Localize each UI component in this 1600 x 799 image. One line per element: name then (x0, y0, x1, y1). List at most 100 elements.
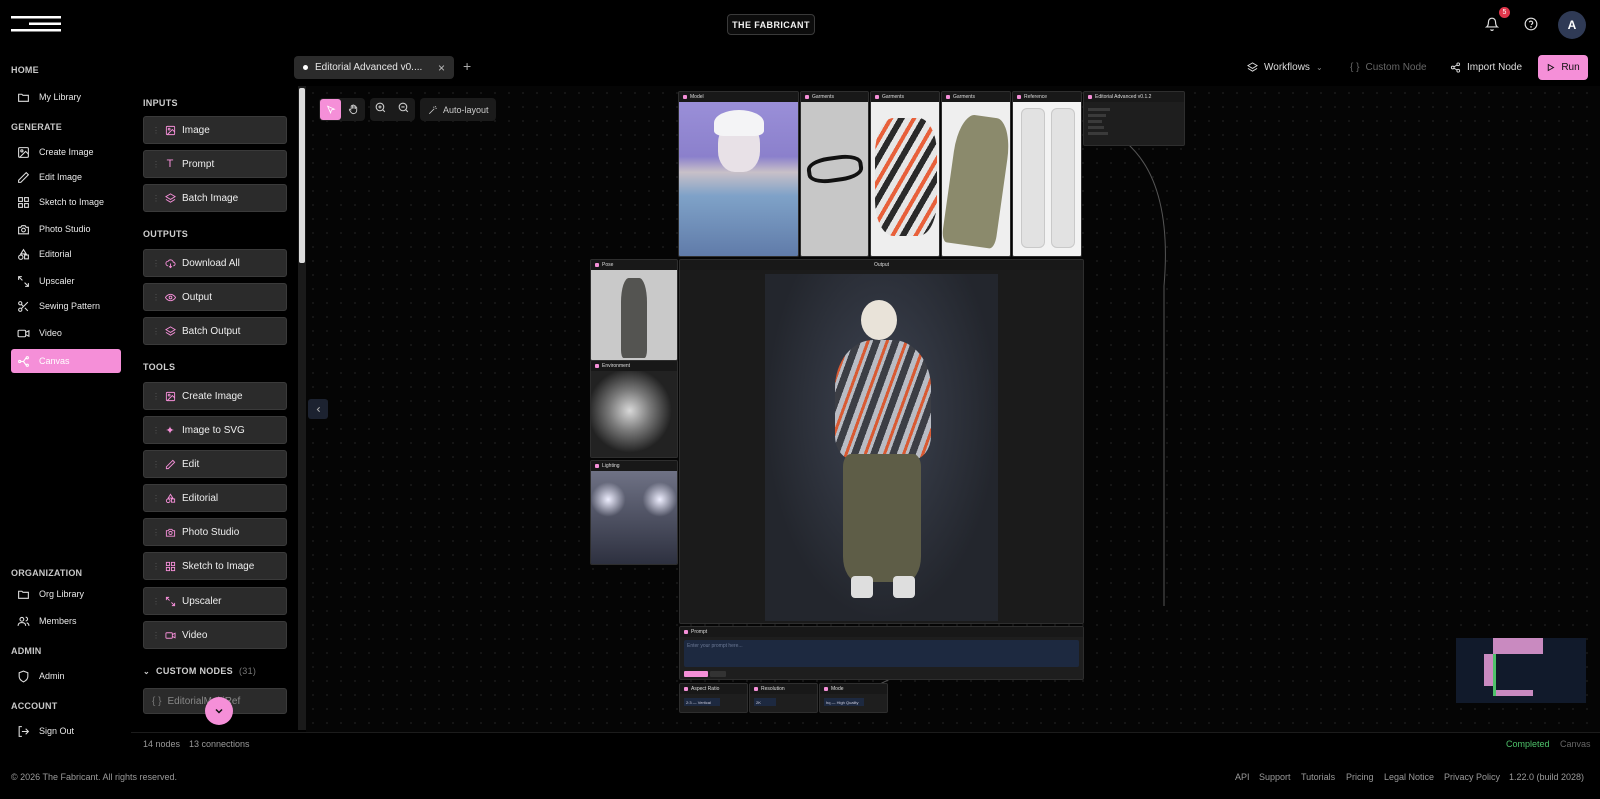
nav-item-members[interactable]: Members (11, 609, 121, 633)
node-editorial-advanced[interactable]: Editorial Advanced v0.1.2 (1083, 91, 1185, 146)
nav-section-home: HOME (11, 65, 39, 75)
node-reference[interactable]: Reference (1012, 91, 1082, 257)
run-button[interactable]: Run (1538, 55, 1588, 80)
node-environment[interactable]: Environment (590, 360, 678, 458)
folder-icon (16, 587, 30, 601)
nav-label: My Library (39, 92, 82, 102)
node-output[interactable]: Output (679, 259, 1084, 624)
palette-item-download-all[interactable]: ⋮ Download All (143, 249, 287, 277)
palette-item-output[interactable]: ⋮ Output (143, 283, 287, 311)
nav-item-create-image[interactable]: Create Image (11, 140, 121, 164)
palette-section-inputs: INPUTS (143, 98, 178, 108)
workspace-brand[interactable]: THE FABRICANT (727, 14, 815, 35)
nav-section-account: ACCOUNT (11, 701, 58, 711)
nav-label: Admin (39, 671, 65, 681)
palette-item-image[interactable]: ⋮ Image (143, 116, 287, 144)
add-tab-button[interactable]: + (463, 58, 471, 74)
custom-nodes-toggle[interactable]: ⌄ CUSTOM NODES (31) (143, 666, 256, 676)
tab-close-button[interactable]: × (438, 61, 445, 75)
unsaved-dot (303, 65, 308, 70)
palette-item-batch-image[interactable]: ⋮ Batch Image (143, 184, 287, 212)
node-aspect-ratio[interactable]: Aspect Ratio 2:3 — Vertical (679, 683, 748, 713)
nav-item-editorial[interactable]: Editorial (11, 242, 121, 266)
nav-item-sign-out[interactable]: Sign Out (11, 719, 121, 743)
node-pose[interactable]: Pose (590, 259, 678, 361)
copyright: © 2026 The Fabricant. All rights reserve… (11, 772, 178, 782)
nav-item-sketch-to-image[interactable]: Sketch to Image (11, 190, 121, 214)
palette-scrollbar-thumb[interactable] (299, 88, 305, 263)
prompt-enhance-chip[interactable] (684, 671, 708, 677)
drag-handle-icon: ⋮ (152, 527, 160, 537)
node-resolution[interactable]: Resolution 2K (749, 683, 818, 713)
lighting-image (591, 471, 677, 564)
nav-section-generate: GENERATE (11, 122, 62, 132)
node-setting-icon (824, 687, 828, 691)
custom-node-button[interactable]: { } Custom Node (1350, 56, 1427, 78)
palette-item-edit[interactable]: ⋮ Edit (143, 450, 287, 478)
node-mode[interactable]: Mode hq — High Quality (819, 683, 888, 713)
workflow-icon (16, 354, 30, 368)
node-text-icon (684, 630, 688, 634)
help-button[interactable] (1520, 13, 1542, 35)
prompt-input[interactable]: Enter your prompt here... (684, 640, 1079, 667)
resolution-select[interactable]: 2K (754, 698, 776, 706)
nav-item-photo-studio[interactable]: Photo Studio (11, 217, 121, 241)
palette-item-create-image[interactable]: ⋮ Create Image (143, 382, 287, 410)
nav-item-canvas[interactable]: Canvas (11, 349, 121, 373)
scroll-down-button[interactable] (205, 697, 233, 725)
footer-link-support[interactable]: Support (1259, 772, 1291, 782)
mode-select[interactable]: hq — High Quality (824, 698, 864, 706)
palette-item-video[interactable]: ⋮ Video (143, 621, 287, 649)
node-title: Environment (602, 363, 631, 369)
garment-jacket-image (871, 102, 939, 256)
palette-section-outputs: OUTPUTS (143, 229, 189, 239)
palette-item-sketch-to-image[interactable]: ⋮ Sketch to Image (143, 552, 287, 580)
canvas-minimap[interactable] (1456, 638, 1586, 703)
drag-handle-icon: ⋮ (152, 193, 160, 203)
node-garments-2[interactable]: Garments (870, 91, 940, 257)
footer-link-pricing[interactable]: Pricing (1346, 772, 1374, 782)
footer-link-tutorials[interactable]: Tutorials (1301, 772, 1335, 782)
nav-item-sewing-pattern[interactable]: Sewing Pattern (11, 294, 121, 318)
palette-item-batch-output[interactable]: ⋮ Batch Output (143, 317, 287, 345)
palette-item-photo-studio[interactable]: ⋮ Photo Studio (143, 518, 287, 546)
aspect-ratio-select[interactable]: 2:3 — Vertical (684, 698, 720, 706)
tab-editorial-advanced[interactable]: Editorial Advanced v0.... × (294, 56, 454, 79)
node-title: Mode (831, 686, 844, 692)
palette-item-upscaler[interactable]: ⋮ Upscaler (143, 587, 287, 615)
footer-link-legal[interactable]: Legal Notice (1384, 772, 1434, 782)
nav-item-upscaler[interactable]: Upscaler (11, 269, 121, 293)
fabricant-logo[interactable] (11, 16, 61, 32)
import-node-button[interactable]: Import Node (1450, 56, 1522, 78)
nav-item-my-library[interactable]: My Library (11, 85, 121, 109)
nav-item-edit-image[interactable]: Edit Image (11, 165, 121, 189)
node-lighting[interactable]: Lighting (590, 460, 678, 565)
prompt-clear-chip[interactable] (710, 671, 726, 677)
palette-item-prompt[interactable]: ⋮ T Prompt (143, 150, 287, 178)
node-garments-1[interactable]: Garments (800, 91, 869, 257)
image-icon (16, 145, 30, 159)
nav-item-video[interactable]: Video (11, 321, 121, 345)
footer-link-api[interactable]: API (1235, 772, 1250, 782)
nav-item-admin[interactable]: Admin (11, 664, 121, 688)
palette-section-tools: TOOLS (143, 362, 176, 372)
minimap-nodes (1484, 638, 1543, 696)
node-model[interactable]: Model (678, 91, 799, 257)
chevron-down-icon: ⌄ (1315, 62, 1323, 72)
footer-link-privacy[interactable]: Privacy Policy (1444, 772, 1500, 782)
palette-item-image-to-svg[interactable]: ⋮ ✦ Image to SVG (143, 416, 287, 444)
nav-item-org-library[interactable]: Org Library (11, 582, 121, 606)
video-icon (16, 326, 30, 340)
garment-glasses-image (801, 102, 868, 256)
node-garments-3[interactable]: Garments (941, 91, 1011, 257)
share-icon (1450, 61, 1461, 73)
nav-label: Upscaler (39, 276, 75, 286)
workflows-dropdown[interactable]: Workflows ⌄ (1247, 56, 1323, 78)
reference-boots-image (1013, 102, 1081, 256)
palette-item-label: Editorial (182, 492, 219, 504)
node-setting-icon (684, 687, 688, 691)
node-tool-icon (1088, 95, 1092, 99)
node-prompt[interactable]: Prompt Enter your prompt here... (679, 626, 1084, 680)
avatar[interactable]: A (1558, 11, 1586, 39)
palette-item-editorial[interactable]: ⋮ Editorial (143, 484, 287, 512)
